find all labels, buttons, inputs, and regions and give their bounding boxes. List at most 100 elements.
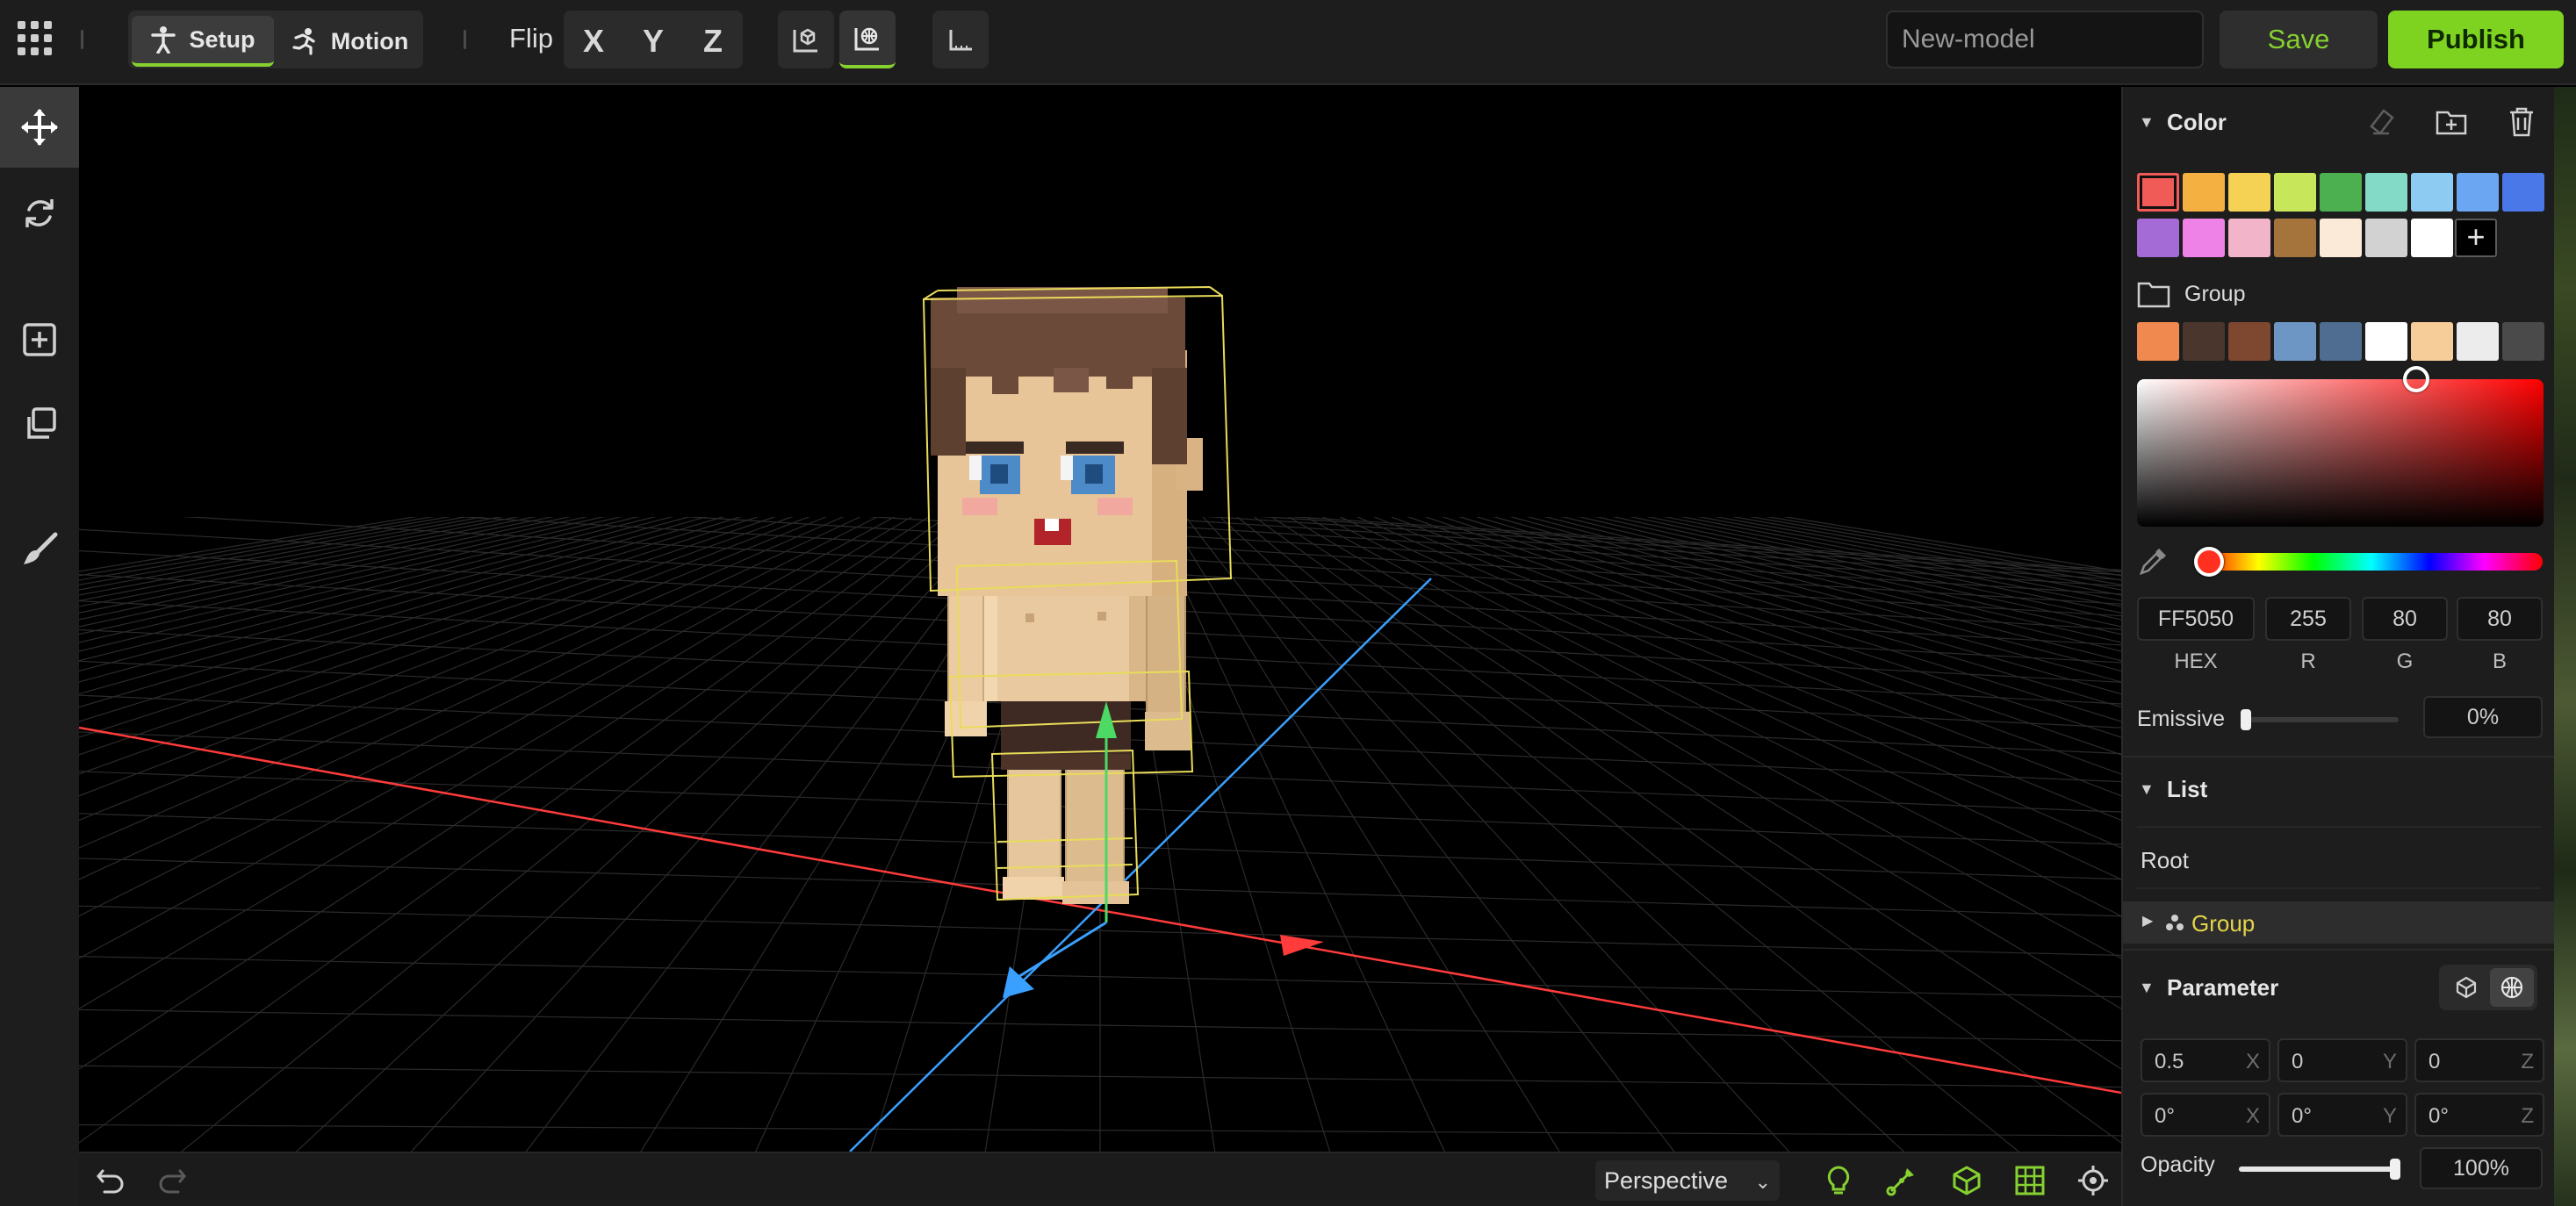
red-input[interactable]: 255: [2265, 597, 2351, 641]
opacity-input[interactable]: 100%: [2420, 1147, 2543, 1189]
color-swatch[interactable]: [2183, 219, 2225, 257]
eraser-icon[interactable]: [2364, 104, 2399, 140]
hex-input[interactable]: FF5050: [2137, 597, 2255, 641]
color-swatch[interactable]: [2274, 219, 2316, 257]
focus-target-icon[interactable]: [2076, 1163, 2111, 1198]
local-space-button[interactable]: [778, 11, 834, 68]
scene-canvas[interactable]: [79, 87, 2121, 1152]
add-object-button[interactable]: [0, 299, 79, 380]
list-root-item[interactable]: Root: [2141, 847, 2189, 874]
x-gizmo-arrowhead[interactable]: [1280, 935, 1324, 956]
list-section-header[interactable]: ▼ List: [2123, 763, 2556, 815]
saturation-value-knob[interactable]: [2402, 366, 2429, 392]
palette-group-row[interactable]: Group: [2137, 276, 2245, 312]
color-swatch[interactable]: [2183, 173, 2225, 212]
collapse-triangle-icon: ▼: [2139, 112, 2155, 131]
expand-triangle-icon: ▶: [2142, 914, 2154, 929]
add-folder-icon[interactable]: [2434, 104, 2469, 140]
redo-icon[interactable]: [155, 1163, 190, 1198]
paint-tool-button[interactable]: [0, 510, 79, 591]
axis-label: Z: [2521, 1104, 2534, 1128]
delete-palette-icon[interactable]: [2504, 104, 2539, 140]
add-color-button[interactable]: +: [2455, 219, 2497, 257]
saturation-value-picker[interactable]: [2137, 379, 2544, 527]
color-swatch[interactable]: [2411, 173, 2453, 212]
3d-viewport[interactable]: [79, 87, 2121, 1152]
color-swatch[interactable]: [2274, 173, 2316, 212]
chevron-down-icon: ⌄: [1754, 1171, 1771, 1193]
apps-grid-icon[interactable]: [18, 21, 53, 56]
eyedropper-icon[interactable]: [2135, 544, 2170, 579]
motion-mode-button[interactable]: Motion: [279, 16, 420, 67]
color-swatch[interactable]: [2411, 219, 2453, 257]
green-input[interactable]: 80: [2362, 597, 2448, 641]
model-name-input[interactable]: New-model: [1886, 11, 2204, 68]
parameter-section-title: Parameter: [2167, 973, 2279, 1001]
axis-label: Y: [2382, 1104, 2397, 1128]
flip-x-button[interactable]: X: [565, 14, 622, 68]
flip-y-button[interactable]: Y: [625, 14, 681, 68]
world-space-button[interactable]: [839, 11, 896, 68]
color-swatch[interactable]: [2365, 219, 2407, 257]
setup-mode-button[interactable]: Setup: [132, 16, 274, 67]
hue-slider[interactable]: [2200, 553, 2543, 571]
color-swatch[interactable]: [2228, 219, 2270, 257]
opacity-slider-thumb[interactable]: [2390, 1159, 2400, 1180]
emissive-slider-track[interactable]: [2246, 717, 2399, 722]
duplicate-icon: [27, 407, 56, 439]
duplicate-button[interactable]: [0, 384, 79, 464]
local-space-toggle[interactable]: [2444, 968, 2488, 1007]
move-tool-button[interactable]: [0, 87, 79, 168]
color-swatch[interactable]: [2320, 219, 2362, 257]
grid-toggle-icon[interactable]: [2012, 1163, 2047, 1198]
group-color-swatch[interactable]: [2137, 322, 2179, 361]
blue-input[interactable]: 80: [2457, 597, 2543, 641]
group-color-swatch[interactable]: [2228, 322, 2270, 361]
z-axis-gizmo[interactable]: [1009, 921, 1107, 984]
color-swatch[interactable]: [2320, 173, 2362, 212]
rotation-x-value: 0°: [2155, 1104, 2175, 1128]
emissive-slider-thumb[interactable]: [2241, 709, 2251, 730]
color-swatch[interactable]: [2228, 173, 2270, 212]
position-y-input[interactable]: 0Y: [2277, 1038, 2407, 1082]
position-x-input[interactable]: 0.5 X: [2141, 1038, 2270, 1082]
emissive-input[interactable]: 0%: [2423, 696, 2543, 738]
list-group-item[interactable]: ▶ Group: [2123, 901, 2556, 944]
axis-label: Z: [2521, 1050, 2534, 1073]
position-z-input[interactable]: 0Z: [2414, 1038, 2544, 1082]
rotation-x-input[interactable]: 0° X: [2141, 1093, 2270, 1137]
projection-select[interactable]: Perspective ⌄: [1595, 1160, 1780, 1201]
color-swatch[interactable]: [2137, 173, 2179, 212]
save-button[interactable]: Save: [2220, 11, 2378, 68]
bone-rig-icon[interactable]: [1884, 1163, 1919, 1198]
lightbulb-icon[interactable]: [1821, 1163, 1856, 1198]
group-color-swatch[interactable]: [2502, 322, 2544, 361]
group-color-swatch[interactable]: [2183, 322, 2225, 361]
cube-view-icon[interactable]: [1949, 1163, 1984, 1198]
color-swatch[interactable]: [2457, 173, 2499, 212]
group-color-swatch[interactable]: [2411, 322, 2453, 361]
color-swatch[interactable]: [2502, 173, 2544, 212]
color-swatch[interactable]: [2137, 219, 2179, 257]
group-color-swatch[interactable]: [2365, 322, 2407, 361]
color-section-header[interactable]: ▼ Color: [2123, 96, 2556, 148]
voxel-character[interactable]: [931, 287, 1203, 904]
rotation-z-input[interactable]: 0° Z: [2414, 1093, 2544, 1137]
color-swatch[interactable]: [2365, 173, 2407, 212]
world-space-toggle[interactable]: [2490, 968, 2534, 1007]
left-toolbar: [0, 87, 79, 1206]
rotation-y-input[interactable]: 0° Y: [2277, 1093, 2407, 1137]
group-color-swatch[interactable]: [2457, 322, 2499, 361]
axis-toggle-button[interactable]: [932, 11, 989, 68]
group-color-swatch[interactable]: [2320, 322, 2362, 361]
publish-button[interactable]: Publish: [2388, 11, 2564, 68]
flip-z-button[interactable]: Z: [685, 14, 741, 68]
group-members-icon: [2166, 915, 2184, 930]
position-y-value: 0: [2292, 1050, 2304, 1073]
rotation-y-value: 0°: [2292, 1104, 2312, 1128]
undo-icon[interactable]: [93, 1163, 128, 1198]
group-color-swatch[interactable]: [2274, 322, 2316, 361]
blue-label: B: [2492, 650, 2507, 673]
rotate-tool-button[interactable]: [0, 173, 79, 254]
hue-slider-knob[interactable]: [2194, 547, 2224, 577]
